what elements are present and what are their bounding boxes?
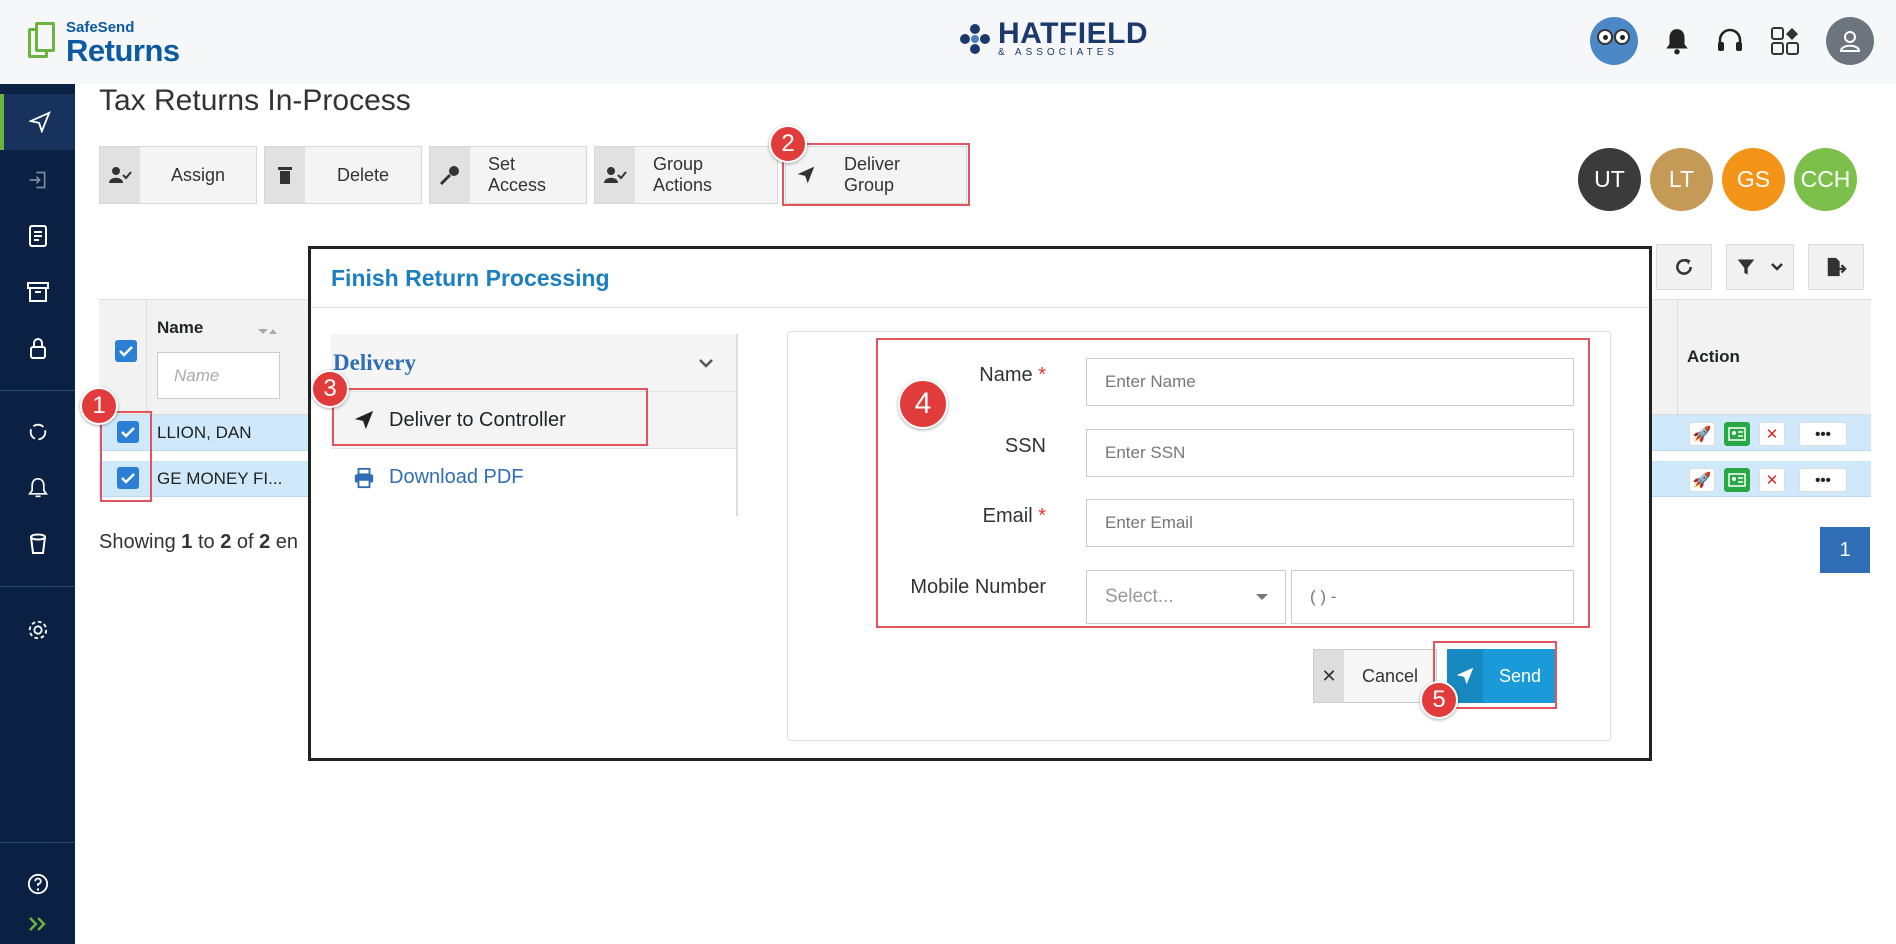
sidebar-expand-icon[interactable] <box>0 904 75 944</box>
export-icon <box>1827 257 1847 277</box>
step-badge-5: 5 <box>1420 681 1458 719</box>
logo-line2: Returns <box>66 33 180 68</box>
modal-title: Finish Return Processing <box>331 264 610 291</box>
user-circles: UT LT GS CCH <box>1578 148 1857 211</box>
set-access-button[interactable]: Set Access <box>429 146 587 204</box>
row-checkboxes-highlight <box>100 411 152 502</box>
hatfield-logo-icon <box>960 24 990 54</box>
check-icon <box>119 346 133 357</box>
more-options-icon[interactable]: ••• <box>1799 422 1847 446</box>
row-name: GE MONEY FI... <box>157 469 283 488</box>
name-column-header[interactable]: Name <box>157 318 203 338</box>
headset-icon[interactable] <box>1716 27 1744 55</box>
assign-button[interactable]: Assign <box>99 146 257 204</box>
step-badge-2: 2 <box>769 125 807 163</box>
sort-icon[interactable] <box>257 326 279 336</box>
key-icon <box>439 166 459 186</box>
delete-x-icon[interactable]: ✕ <box>1759 422 1785 446</box>
printer-icon <box>354 467 374 488</box>
refresh-button[interactable] <box>1656 244 1712 290</box>
sidebar-trash-icon[interactable] <box>0 516 75 572</box>
refresh-icon <box>1676 258 1692 275</box>
sidebar-bell-icon[interactable] <box>0 460 75 516</box>
deliver-group-highlight <box>782 143 970 206</box>
delete-label: Delete <box>336 164 390 185</box>
brand-name: HATFIELD <box>998 17 1149 50</box>
user-circle-gs[interactable]: GS <box>1722 148 1785 211</box>
filter-icon <box>1737 259 1755 275</box>
owl-mascot-icon[interactable] <box>1590 17 1638 65</box>
rocket-icon[interactable]: 🚀 <box>1689 468 1715 492</box>
sidebar-send-icon[interactable] <box>0 94 75 150</box>
step-badge-4: 4 <box>898 379 948 429</box>
user-avatar[interactable] <box>1826 17 1874 65</box>
set-access-label: Set Access <box>488 154 547 195</box>
download-pdf-item[interactable]: Download PDF <box>331 449 736 506</box>
sidebar-import-icon[interactable] <box>0 152 75 208</box>
group-actions-label: Group Actions <box>653 154 713 195</box>
apps-grid-icon[interactable] <box>1770 26 1800 56</box>
export-button[interactable] <box>1808 244 1864 290</box>
firm-brand: HATFIELD & ASSOCIATES <box>958 17 1149 58</box>
group-actions-button[interactable]: Group Actions <box>594 146 778 204</box>
logo-icon <box>28 20 58 60</box>
form-fields-highlight <box>876 338 1590 628</box>
filter-button[interactable] <box>1726 244 1794 290</box>
deliver-to-controller-highlight <box>332 388 648 446</box>
row-name: LLION, DAN <box>157 423 252 442</box>
sidebar <box>0 84 75 944</box>
top-header: SafeSend Returns HATFIELD & ASSOCIATES <box>0 0 1896 84</box>
user-circle-cch[interactable]: CCH <box>1794 148 1857 211</box>
user-icon <box>1839 31 1861 52</box>
pagination-summary: Showing 1 to 2 of 2 en <box>99 531 299 553</box>
step-badge-3: 3 <box>311 370 349 408</box>
rocket-icon[interactable]: 🚀 <box>1689 422 1715 446</box>
sidebar-archive-icon[interactable] <box>0 264 75 320</box>
user-check-icon <box>604 167 627 183</box>
action-column-header: Action <box>1687 347 1740 366</box>
user-circle-lt[interactable]: LT <box>1650 148 1713 211</box>
chevron-down-icon <box>1771 263 1783 271</box>
delete-button[interactable]: Delete <box>264 146 422 204</box>
delivery-section-header[interactable]: Delivery <box>331 334 736 392</box>
contact-card-icon[interactable] <box>1724 468 1750 492</box>
download-pdf-label: Download PDF <box>389 466 524 488</box>
close-icon: ✕ <box>1314 650 1344 702</box>
name-filter-input[interactable]: Name <box>157 352 280 399</box>
step-badge-1: 1 <box>80 387 118 425</box>
sidebar-document-icon[interactable] <box>0 208 75 264</box>
user-check-icon <box>109 167 132 183</box>
safesend-logo[interactable]: SafeSend Returns <box>28 20 180 66</box>
user-circle-ut[interactable]: UT <box>1578 148 1641 211</box>
page-title: Tax Returns In-Process <box>99 84 411 117</box>
bell-icon[interactable] <box>1664 27 1690 55</box>
chevron-down-icon <box>699 358 713 368</box>
cancel-button[interactable]: ✕ Cancel <box>1313 649 1437 703</box>
contact-card-icon[interactable] <box>1724 422 1750 446</box>
sidebar-lock-icon[interactable] <box>0 320 75 376</box>
sidebar-recycle-icon[interactable] <box>0 404 75 460</box>
delete-x-icon[interactable]: ✕ <box>1759 468 1785 492</box>
delivery-section-title: Delivery <box>333 349 417 375</box>
page-1-button[interactable]: 1 <box>1820 527 1870 573</box>
sidebar-settings-icon[interactable] <box>0 602 75 658</box>
more-options-icon[interactable]: ••• <box>1799 468 1847 492</box>
select-all-checkbox[interactable] <box>115 340 137 362</box>
trash-icon <box>278 167 292 184</box>
assign-label: Assign <box>170 164 226 185</box>
